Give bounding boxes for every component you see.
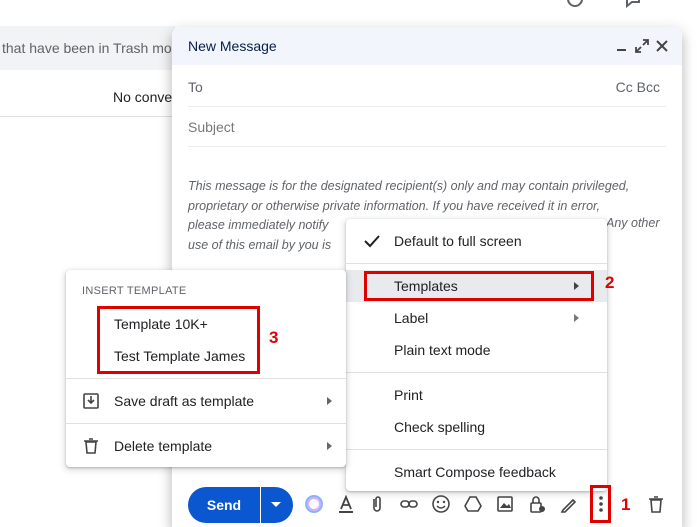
save-draft-as-template-item[interactable]: Save draft as template: [66, 385, 346, 417]
cc-bcc-link[interactable]: Cc Bcc: [616, 79, 660, 95]
discard-trash-icon[interactable]: [646, 494, 666, 514]
delete-template-item[interactable]: Delete template: [66, 430, 346, 462]
photo-icon[interactable]: [495, 494, 515, 514]
annotation-box-3: [97, 306, 260, 374]
subject-field[interactable]: Subject: [188, 107, 666, 147]
checkmark-icon: [364, 235, 380, 248]
chat-icon[interactable]: [624, 0, 642, 8]
to-label: To: [188, 79, 203, 95]
signature-pen-icon[interactable]: [559, 494, 579, 514]
subject-placeholder: Subject: [188, 119, 235, 135]
empty-state-text: No conve: [113, 89, 173, 105]
submenu-arrow-icon: [574, 314, 579, 322]
menu-divider: [66, 378, 346, 379]
confidential-lock-icon[interactable]: [527, 494, 547, 514]
attach-icon[interactable]: [367, 494, 387, 514]
menu-item-label: Plain text mode: [394, 342, 491, 358]
menu-item-default-full-screen[interactable]: Default to full screen: [346, 225, 607, 257]
menu-divider: [66, 423, 346, 424]
annotation-box-2: [364, 271, 594, 301]
expand-icon[interactable]: [634, 38, 650, 54]
annotation-number-1: 1: [621, 495, 631, 514]
submenu-arrow-icon: [327, 442, 332, 450]
menu-item-label: Check spelling: [394, 419, 486, 435]
link-icon[interactable]: [399, 494, 419, 514]
menu-item-label: Smart Compose feedback: [394, 464, 556, 480]
annotation-number-3: 3: [269, 328, 279, 347]
insert-template-header: INSERT TEMPLATE: [82, 285, 187, 297]
annotation-number-2: 2: [605, 273, 615, 292]
list-divider: [0, 116, 175, 117]
compose-title: New Message: [188, 38, 277, 54]
menu-item-label: Label: [394, 310, 429, 326]
to-field[interactable]: To Cc Bcc: [188, 67, 666, 107]
submenu-arrow-icon: [327, 397, 332, 405]
menu-divider: [346, 449, 607, 450]
menu-item-label: Print: [394, 387, 423, 403]
trash-icon: [84, 438, 98, 454]
delete-template-label: Delete template: [114, 438, 213, 454]
menu-item-label: Default to full screen: [394, 233, 522, 249]
save-draft-label: Save draft as template: [114, 393, 255, 409]
menu-item-print[interactable]: Print: [346, 379, 607, 411]
disclaimer-line: This message is for the designated recip…: [188, 179, 630, 193]
menu-item-check-spelling[interactable]: Check spelling: [346, 411, 607, 443]
color-picker-icon[interactable]: [304, 494, 324, 514]
schedule-send-button[interactable]: [261, 487, 293, 523]
more-options-menu: Default to full screen Templates Label P…: [346, 219, 607, 491]
emoji-icon[interactable]: [431, 494, 451, 514]
menu-divider: [346, 372, 607, 373]
menu-divider: [346, 263, 607, 264]
annotation-box-1: [590, 485, 611, 523]
trash-banner-text: that have been in Trash mo: [2, 40, 172, 56]
save-download-icon: [83, 393, 99, 409]
trash-banner: that have been in Trash mo: [0, 26, 175, 70]
close-icon[interactable]: [654, 38, 670, 54]
minimize-icon[interactable]: [614, 38, 630, 54]
drive-icon[interactable]: [463, 494, 483, 514]
caret-down-icon: [271, 502, 281, 507]
send-button-group: Send: [188, 487, 293, 523]
text-format-icon[interactable]: [336, 494, 356, 514]
disclaimer-line-tail: Any other: [606, 216, 660, 230]
send-button[interactable]: Send: [188, 487, 260, 523]
menu-item-smart-compose-feedback[interactable]: Smart Compose feedback: [346, 456, 607, 488]
compose-header: New Message: [172, 27, 682, 65]
menu-item-plain-text[interactable]: Plain text mode: [346, 334, 607, 366]
disclaimer-line: proprietary or otherwise private informa…: [188, 198, 600, 213]
menu-item-label-submenu[interactable]: Label: [346, 302, 607, 334]
support-icon[interactable]: [566, 0, 584, 8]
